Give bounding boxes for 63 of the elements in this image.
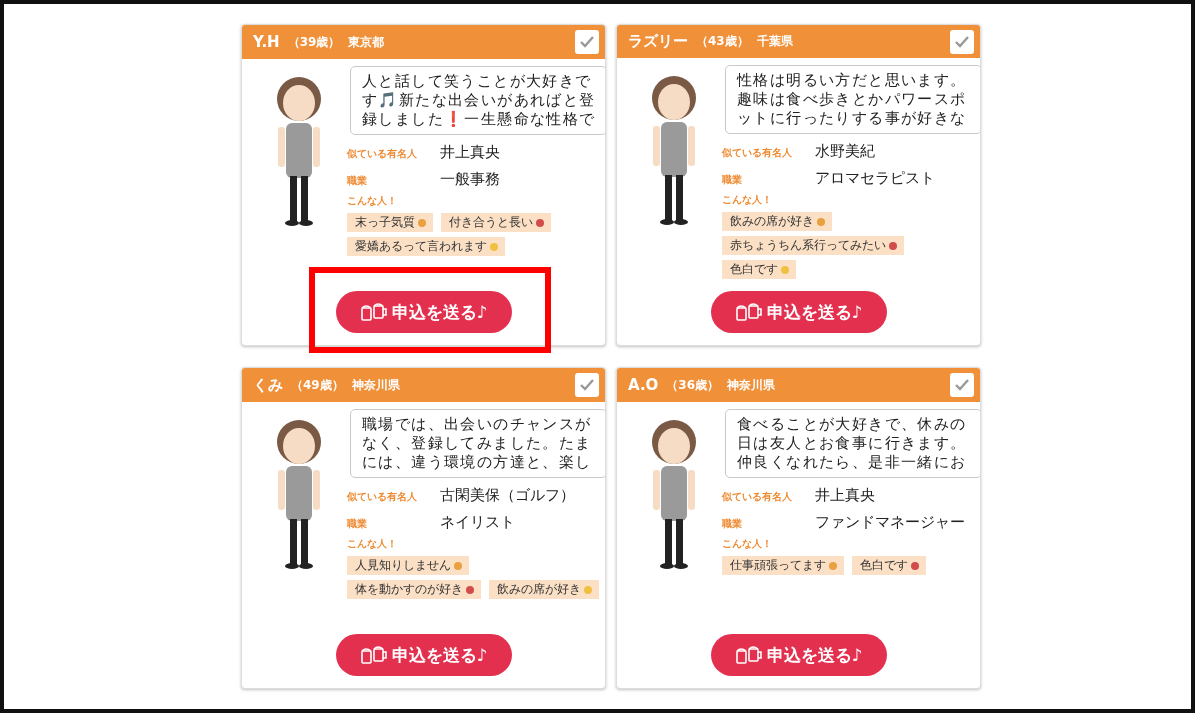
traits-label: こんな人！: [347, 537, 398, 551]
trait-tag: 愛嬌あるって言われます: [347, 237, 505, 256]
trait-tag: 末っ子気質: [347, 213, 433, 232]
member-prefecture: 神奈川県: [351, 376, 400, 394]
member-name: Y.H: [253, 33, 280, 51]
field-label: 似ている有名人: [722, 490, 793, 504]
celebrity-value: 井上真央: [440, 143, 500, 162]
mugs-icon: [359, 302, 388, 322]
job-value: 一般事務: [440, 170, 500, 189]
field-label: 職業: [722, 173, 743, 187]
trait-tag: 人見知りしません: [347, 556, 469, 575]
traits-label: こんな人！: [722, 193, 773, 207]
field-label: 似ている有名人: [347, 147, 418, 161]
trait-tag: 飲みの席が好き: [722, 212, 832, 231]
send-request-button[interactable]: 申込を送る♪: [335, 634, 512, 676]
trait-tag: 色白です: [852, 556, 926, 575]
trait-tag: 赤ちょうちん系行ってみたい: [722, 236, 904, 255]
traits-label: こんな人！: [347, 194, 398, 208]
member-age: （36歳）: [666, 376, 720, 394]
send-request-button[interactable]: 申込を送る♪: [335, 291, 512, 333]
trait-tag: 飲みの席が好き: [489, 580, 599, 599]
celebrity-value: 井上真央: [815, 486, 875, 505]
member-prefecture: 千葉県: [756, 33, 793, 50]
trait-tag: 色白です: [722, 260, 796, 279]
member-name: くみ: [253, 375, 283, 395]
field-label: 職業: [722, 517, 743, 531]
job-value: アロマセラピスト: [815, 169, 935, 188]
member-prefecture: 神奈川県: [727, 376, 776, 394]
trait-tag: 仕事頑張ってます: [722, 556, 844, 575]
message-bubble: 性格は明るい方だと思います。趣味は食べ歩きとかパワースポットに行ったりする事が好きな: [725, 65, 980, 134]
field-label: 職業: [347, 517, 368, 531]
field-label: 似ている有名人: [347, 490, 418, 504]
member-name: ラズリー: [628, 32, 688, 51]
member-name: A.O: [628, 376, 659, 394]
trait-tag: 付き合うと長い: [441, 213, 551, 232]
favorite-checkbox[interactable]: [575, 30, 599, 54]
member-age: （43歳）: [696, 33, 749, 50]
send-request-button[interactable]: 申込を送る♪: [710, 634, 887, 676]
member-age: （39歳）: [287, 33, 341, 51]
celebrity-value: 水野美紀: [815, 142, 875, 161]
trait-tag: 体を動かすのが好き: [347, 580, 481, 599]
mugs-icon: [734, 645, 763, 665]
message-bubble: 人と話して笑うことが大好きです🎵新たな出会いがあればと登録しました❗一生懸命な性格で: [350, 66, 605, 135]
message-bubble: 職場では、出会いのチャンスがなく、登録してみました。たまには、違う環境の方達と、楽し: [350, 409, 605, 478]
job-value: ネイリスト: [440, 513, 515, 532]
job-value: ファンドマネージャー: [815, 513, 965, 532]
check-icon: [579, 378, 595, 392]
traits-label: こんな人！: [722, 537, 773, 551]
mugs-icon: [734, 302, 763, 322]
send-request-button[interactable]: 申込を送る♪: [710, 291, 887, 333]
check-icon: [954, 378, 970, 392]
field-label: 職業: [347, 174, 368, 188]
favorite-checkbox[interactable]: [950, 373, 974, 397]
field-label: 似ている有名人: [722, 146, 793, 160]
check-icon: [579, 35, 595, 49]
mugs-icon: [359, 645, 388, 665]
member-prefecture: 東京都: [348, 33, 385, 51]
check-icon: [954, 34, 970, 49]
favorite-checkbox[interactable]: [575, 373, 599, 397]
celebrity-value: 古閑美保（ゴルフ）: [440, 486, 575, 505]
message-bubble: 食べることが大好きで、休みの日は友人とお食事に行きます。仲良くなれたら、是非一緒にお: [725, 409, 980, 478]
favorite-checkbox[interactable]: [950, 29, 974, 54]
member-age: （49歳）: [291, 376, 344, 394]
